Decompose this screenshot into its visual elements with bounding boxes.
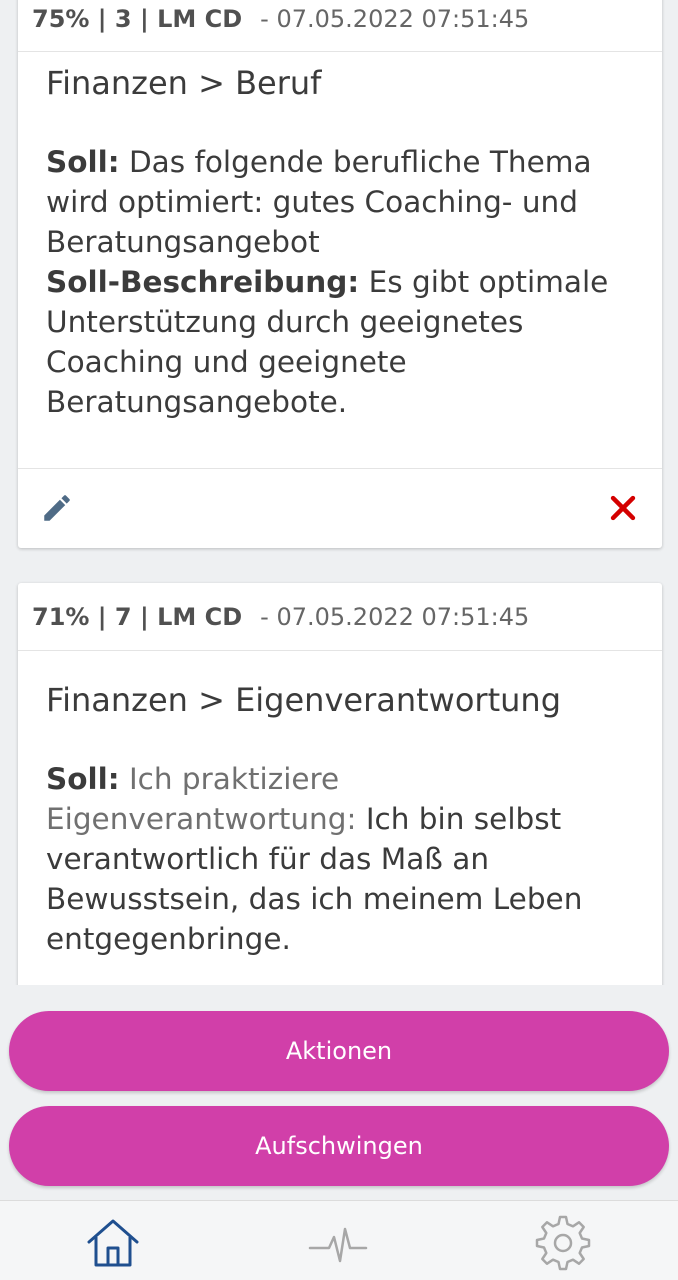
card-body: Finanzen > Eigenverantwortung Soll: Ich … <box>18 651 662 959</box>
soll-label: Soll: <box>46 145 120 179</box>
app-screen: 75% | 3 | LM CD - 07.05.2022 07:51:45 Fi… <box>0 0 678 1280</box>
edit-button[interactable] <box>40 491 74 525</box>
soll-label: Soll: <box>46 762 120 796</box>
nav-home[interactable] <box>83 1215 143 1271</box>
soll-paragraph: Soll: Das folgende berufliche Thema wird… <box>46 142 640 262</box>
close-icon <box>610 495 636 521</box>
entry-category: Finanzen > Beruf <box>46 64 322 102</box>
entry-timestamp: - 07.05.2022 07:51:45 <box>260 602 530 631</box>
card-header: 75% | 3 | LM CD - 07.05.2022 07:51:45 <box>18 0 662 52</box>
entry-score: 71% | 7 | LM CD <box>32 602 243 631</box>
beschreibung-label: Soll-Beschreibung: <box>46 265 360 299</box>
soll-text: Das folgende berufliche Thema wird optim… <box>46 145 592 259</box>
entry-category: Finanzen > Eigenverantwortung <box>46 681 561 719</box>
entry-timestamp: - 07.05.2022 07:51:45 <box>260 5 530 33</box>
gear-icon <box>535 1215 591 1271</box>
bottom-nav <box>0 1200 678 1280</box>
home-icon <box>87 1219 139 1267</box>
pencil-icon <box>44 495 70 521</box>
card-footer <box>18 468 662 548</box>
entry-card: 71% | 7 | LM CD - 07.05.2022 07:51:45 Fi… <box>18 583 662 985</box>
pulse-icon <box>308 1227 368 1263</box>
aktionen-button[interactable]: Aktionen <box>9 1011 669 1091</box>
entry-list[interactable]: 75% | 3 | LM CD - 07.05.2022 07:51:45 Fi… <box>0 0 678 985</box>
entry-score: 75% | 3 | LM CD <box>32 5 243 33</box>
card-body: Finanzen > Beruf Soll: Das folgende beru… <box>18 52 662 422</box>
delete-button[interactable] <box>606 491 640 525</box>
card-header: 71% | 7 | LM CD - 07.05.2022 07:51:45 <box>18 583 662 651</box>
aufschwingen-button[interactable]: Aufschwingen <box>9 1106 669 1186</box>
nav-activity[interactable] <box>308 1215 368 1271</box>
beschreibung-paragraph: Soll-Beschreibung: Es gibt optimale Unte… <box>46 262 640 422</box>
soll-paragraph: Soll: Ich praktiziere Eigenverantwortung… <box>46 759 640 959</box>
nav-settings[interactable] <box>533 1215 593 1271</box>
entry-card: 75% | 3 | LM CD - 07.05.2022 07:51:45 Fi… <box>18 0 662 548</box>
